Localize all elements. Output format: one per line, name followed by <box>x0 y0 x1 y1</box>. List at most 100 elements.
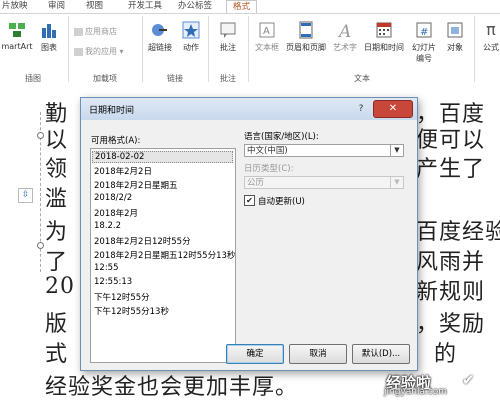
smartart-icon <box>7 20 27 40</box>
svg-text:#: # <box>420 27 428 38</box>
doc-text-line: 风雨并 <box>416 250 486 275</box>
ribbon-tabs: 片放映 审阅 视图 开发工具 办公标签 格式 <box>0 0 500 13</box>
comment-icon <box>218 20 238 40</box>
close-button[interactable]: ✕ <box>373 100 413 118</box>
my-apps-label: 我的应用 <box>85 47 117 56</box>
equation-button[interactable]: π 公式 <box>478 20 500 53</box>
header-footer-icon <box>296 20 316 40</box>
action-button[interactable]: 动作 <box>178 20 204 53</box>
date-time-button[interactable]: 日期和时间 <box>362 20 406 53</box>
default-button[interactable]: 默认(D)... <box>352 344 410 364</box>
format-item[interactable]: 2018年2月 <box>94 207 138 219</box>
svg-text:A: A <box>337 22 351 40</box>
help-button[interactable]: ? <box>353 102 369 116</box>
tab-format[interactable]: 格式 <box>226 0 258 13</box>
comment-button[interactable]: 批注 <box>214 20 242 53</box>
smartart-button[interactable]: martArt <box>0 20 34 51</box>
format-item[interactable]: 12:55:13 <box>94 277 132 287</box>
formats-list[interactable]: 2018-02-02 2018年2月2日 2018年2月2日星期五 2018/2… <box>90 148 236 363</box>
group-label-illustrations: 插图 <box>25 74 41 83</box>
watermark: 经验啦 ✔ jingyanla.com <box>366 371 496 399</box>
smartart-label: martArt <box>1 42 33 51</box>
hyperlink-icon <box>150 20 170 40</box>
watermark-url: jingyanla.com <box>384 387 448 397</box>
layout-options-icon[interactable]: ⇳ <box>18 188 33 203</box>
pi-icon: π <box>486 20 496 39</box>
doc-text-line: 的 <box>434 342 458 367</box>
slide-number-label: 幻灯片编号 <box>412 43 436 63</box>
header-footer-label: 页眉和页脚 <box>286 43 326 52</box>
textbox-label: 文本框 <box>255 43 279 52</box>
doc-text-line: 式 <box>45 342 69 367</box>
language-value: 中文(中国) <box>247 146 288 156</box>
my-apps-button[interactable]: 我的应用 ▾ <box>74 46 124 58</box>
format-item[interactable]: 下午12时55分13秒 <box>94 305 169 317</box>
group-separator <box>248 16 249 82</box>
selection-handle[interactable] <box>37 242 44 249</box>
store-button[interactable]: 应用商店 <box>74 26 117 38</box>
tab-view[interactable]: 视图 <box>86 0 103 13</box>
auto-update-label[interactable]: 自动更新(U) <box>258 195 305 207</box>
slide-number-button[interactable]: # 幻灯片编号 <box>410 20 438 64</box>
textbox-icon: A <box>257 20 277 40</box>
format-item[interactable]: 2018年2月2日星期五 <box>94 179 177 191</box>
object-label: 对象 <box>447 43 463 52</box>
doc-text-line: 版 <box>45 312 69 337</box>
format-item[interactable]: 2018/2/2 <box>94 193 132 203</box>
chart-label: 图表 <box>41 43 57 52</box>
format-item[interactable]: 下午12时55分 <box>94 291 150 303</box>
format-item[interactable]: 2018年2月2日星期五12时55分13秒 <box>94 249 235 261</box>
ok-button[interactable]: 确定 <box>226 344 284 364</box>
date-time-dialog: 日期和时间 ? ✕ 可用格式(A): 2018-02-02 2018年2月2日 … <box>80 97 418 371</box>
doc-text-line: 便可以 <box>416 128 486 153</box>
doc-text-line: 以 <box>45 128 69 153</box>
wordart-button[interactable]: A 艺术字 <box>330 20 360 53</box>
object-icon <box>445 20 465 40</box>
doc-text-line: 新规则 <box>416 280 486 305</box>
group-separator <box>208 16 209 82</box>
format-item[interactable]: 18.2.2 <box>94 221 121 231</box>
tab-developer[interactable]: 开发工具 <box>128 0 162 13</box>
formats-label: 可用格式(A): <box>91 136 141 146</box>
check-icon: ✔ <box>462 371 475 389</box>
header-footer-button[interactable]: 页眉和页脚 <box>284 20 328 53</box>
dialog-title-bar[interactable]: 日期和时间 ? ✕ <box>81 98 417 120</box>
calendar-value: 公历 <box>247 178 265 188</box>
tab-slideshow[interactable]: 片放映 <box>2 0 28 13</box>
tab-review[interactable]: 审阅 <box>48 0 65 13</box>
format-item[interactable]: 12:55 <box>94 263 119 273</box>
chart-button[interactable]: 图表 <box>36 20 62 53</box>
calendar-select: 公历 ▼ <box>244 176 404 189</box>
chevron-down-icon[interactable]: ▼ <box>390 145 403 156</box>
chevron-down-icon: ▼ <box>390 177 403 188</box>
apps-icon <box>74 47 83 56</box>
action-label: 动作 <box>183 43 199 52</box>
group-separator <box>474 16 475 82</box>
tab-office-tab[interactable]: 办公标签 <box>178 0 212 13</box>
equation-label: 公式 <box>483 43 499 52</box>
cancel-button[interactable]: 取消 <box>289 344 347 364</box>
object-button[interactable]: 对象 <box>442 20 468 53</box>
group-separator <box>68 16 69 82</box>
wordart-icon: A <box>335 20 355 42</box>
svg-text:A: A <box>263 26 270 37</box>
star-icon <box>181 20 201 40</box>
doc-text-line: 滥 <box>45 187 69 212</box>
textbox-button[interactable]: A 文本框 <box>252 20 282 53</box>
group-separator <box>142 16 143 82</box>
doc-text-line: 了 <box>45 250 69 275</box>
slide-number-icon: # <box>414 20 434 40</box>
format-item[interactable]: 2018年2月2日12时55分 <box>94 235 191 247</box>
comment-label: 批注 <box>220 43 236 52</box>
format-item[interactable]: 2018年2月2日 <box>94 165 152 177</box>
hyperlink-button[interactable]: 超链接 <box>146 20 174 53</box>
format-item[interactable]: 2018-02-02 <box>92 151 233 163</box>
doc-text-line: 百度经验 <box>416 220 500 245</box>
dialog-title: 日期和时间 <box>89 106 135 116</box>
auto-update-checkbox[interactable]: ✔ <box>244 195 255 206</box>
language-select[interactable]: 中文(中国) ▼ <box>244 144 404 157</box>
selection-handle[interactable] <box>37 132 44 139</box>
group-label-links: 链接 <box>167 74 183 83</box>
doc-text-line: 为 <box>45 220 69 245</box>
group-label-comments: 批注 <box>220 74 236 83</box>
